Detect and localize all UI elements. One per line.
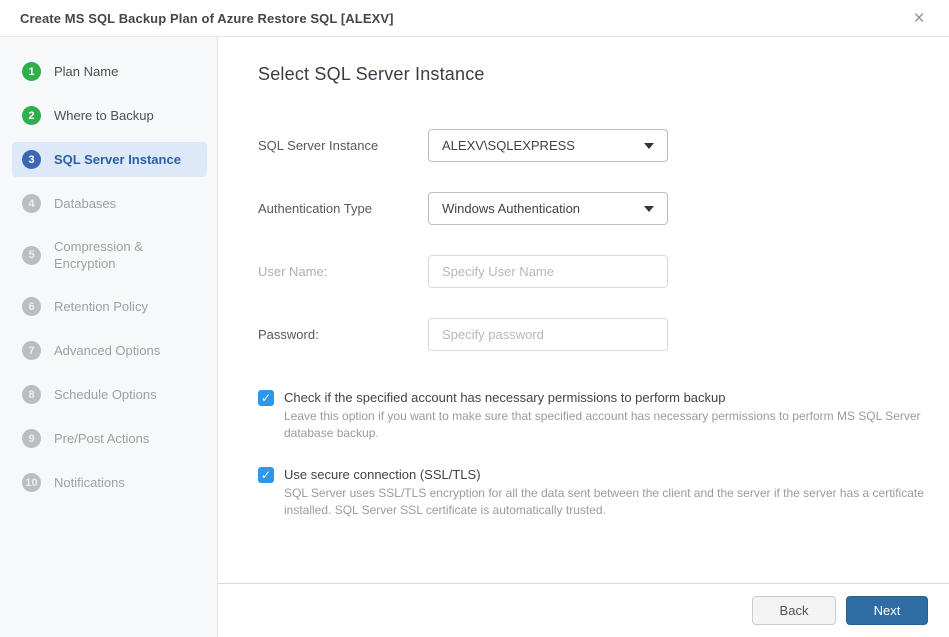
dialog-title: Create MS SQL Backup Plan of Azure Resto… [20,11,907,26]
step-number-badge: 8 [22,385,41,404]
step-label: SQL Server Instance [54,151,181,168]
secure-connection-description: SQL Server uses SSL/TLS encryption for a… [284,485,929,519]
sidebar-item-schedule-options[interactable]: 8 Schedule Options [12,377,207,412]
step-label: Pre/Post Actions [54,430,149,447]
secure-connection-option: ✓ Use secure connection (SSL/TLS) SQL Se… [258,466,929,519]
step-label: Schedule Options [54,386,157,403]
wizard-dialog: Create MS SQL Backup Plan of Azure Resto… [0,0,949,637]
step-label: Retention Policy [54,298,148,315]
password-label: Password: [258,327,428,342]
sidebar-item-advanced-options[interactable]: 7 Advanced Options [12,333,207,368]
step-number-badge: 4 [22,194,41,213]
step-number-badge: 5 [22,246,41,265]
check-permissions-checkbox[interactable]: ✓ [258,390,274,406]
sidebar-item-notifications[interactable]: 10 Notifications [12,465,207,500]
sql-instance-select[interactable]: ALEXV\SQLEXPRESS [428,129,668,162]
sidebar-item-compression-encryption[interactable]: 5 Compression & Encryption [12,230,207,280]
sidebar-item-databases[interactable]: 4 Databases [12,186,207,221]
form-row-auth: Authentication Type Windows Authenticati… [258,192,929,225]
password-field[interactable] [428,318,668,351]
check-permissions-description: Leave this option if you want to make su… [284,408,929,442]
step-number-badge: 6 [22,297,41,316]
instance-label: SQL Server Instance [258,138,428,153]
wizard-steps-sidebar: 1 Plan Name 2 Where to Backup 3 SQL Serv… [0,37,218,637]
step-number-badge: 10 [22,473,41,492]
sidebar-item-plan-name[interactable]: 1 Plan Name [12,54,207,89]
step-label: Compression & Encryption [54,238,189,272]
sql-instance-selected-value: ALEXV\SQLEXPRESS [442,138,636,153]
username-field[interactable] [428,255,668,288]
step-label: Databases [54,195,116,212]
username-label: User Name: [258,264,428,279]
back-button[interactable]: Back [752,596,836,625]
auth-type-select[interactable]: Windows Authentication [428,192,668,225]
sidebar-item-pre-post-actions[interactable]: 9 Pre/Post Actions [12,421,207,456]
chevron-down-icon [644,143,654,149]
step-number-badge: 7 [22,341,41,360]
step-number-badge: 3 [22,150,41,169]
wizard-footer: Back Next [218,583,949,637]
check-permissions-option: ✓ Check if the specified account has nec… [258,389,929,442]
auth-type-selected-value: Windows Authentication [442,201,636,216]
main-panel: Select SQL Server Instance SQL Server In… [218,37,949,637]
form-row-instance: SQL Server Instance ALEXV\SQLEXPRESS [258,129,929,162]
secure-connection-label[interactable]: Use secure connection (SSL/TLS) [284,466,929,483]
sidebar-item-retention-policy[interactable]: 6 Retention Policy [12,289,207,324]
step-label: Advanced Options [54,342,160,359]
next-button[interactable]: Next [846,596,928,625]
step-number-badge: 1 [22,62,41,81]
chevron-down-icon [644,206,654,212]
sidebar-item-where-to-backup[interactable]: 2 Where to Backup [12,98,207,133]
step-label: Plan Name [54,63,118,80]
titlebar: Create MS SQL Backup Plan of Azure Resto… [0,0,949,37]
secure-connection-checkbox[interactable]: ✓ [258,467,274,483]
close-icon[interactable]: × [907,6,931,30]
step-label: Notifications [54,474,125,491]
check-permissions-label[interactable]: Check if the specified account has neces… [284,389,929,406]
step-number-badge: 2 [22,106,41,125]
step-label: Where to Backup [54,107,154,124]
page-title: Select SQL Server Instance [258,64,929,85]
auth-type-label: Authentication Type [258,201,428,216]
step-number-badge: 9 [22,429,41,448]
form-row-password: Password: [258,318,929,351]
form-row-username: User Name: [258,255,929,288]
sidebar-item-sql-server-instance[interactable]: 3 SQL Server Instance [12,142,207,177]
